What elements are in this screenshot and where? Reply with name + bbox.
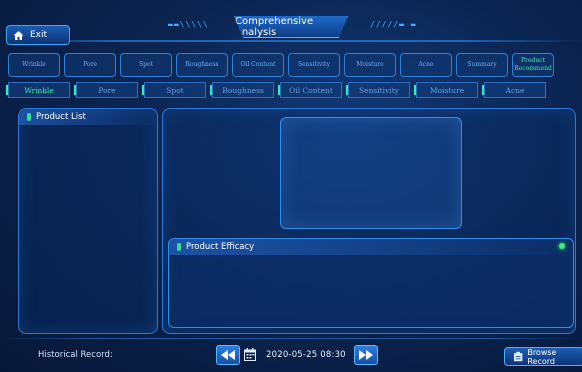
tab-label: Moisture xyxy=(356,61,384,68)
recommend-tab-roughness[interactable]: Roughness xyxy=(210,82,274,98)
product-efficacy-header: Product Efficacy xyxy=(169,239,573,255)
tab-label: Pore xyxy=(83,61,97,68)
tab-product-recommend[interactable]: Product Recommend xyxy=(512,53,554,77)
browse-record-button[interactable]: Browse Record xyxy=(504,347,582,366)
tab-label: Summary xyxy=(467,61,497,68)
tab-label: Oil Content xyxy=(240,61,276,68)
tab-summary[interactable]: Summary xyxy=(456,53,508,77)
header-decoration-left: ▬▬\\\\\ xyxy=(168,20,209,29)
browse-record-label: Browse Record xyxy=(527,347,557,366)
recommend-tabs: Wrinkle Pore Spot Roughness Oil Content … xyxy=(6,82,546,98)
product-list-title: Product List xyxy=(36,112,86,122)
historical-record-label: Historical Record: xyxy=(38,350,113,360)
tab-label: Pore xyxy=(98,85,116,95)
tab-label: Acne xyxy=(505,85,525,95)
footer-divider xyxy=(0,338,582,339)
recommend-tab-moisture[interactable]: Moisture xyxy=(414,82,478,98)
product-list-header: Product List xyxy=(19,109,157,125)
tab-acne[interactable]: Acne xyxy=(400,53,452,77)
tab-spot[interactable]: Spot xyxy=(120,53,172,77)
status-indicator xyxy=(559,243,565,249)
calendar-icon[interactable] xyxy=(244,348,256,361)
product-list-panel: Product List xyxy=(18,108,158,334)
recommend-tab-wrinkle[interactable]: Wrinkle xyxy=(6,82,70,98)
page-title: Comprehensive Analysis xyxy=(235,15,314,38)
tab-label: Roughness xyxy=(185,61,219,68)
previous-record-button[interactable] xyxy=(216,345,240,365)
header-divider xyxy=(0,40,582,42)
tab-label: Product Recommend xyxy=(514,57,552,72)
tab-label: Sensitivity xyxy=(298,61,330,68)
leaf-icon xyxy=(177,243,181,251)
record-date: 2020-05-25 08:30 xyxy=(266,350,346,360)
home-icon xyxy=(13,30,24,41)
tab-label: Spot xyxy=(166,85,184,95)
tab-moisture[interactable]: Moisture xyxy=(344,53,396,77)
tab-label: Wrinkle xyxy=(24,85,54,95)
tab-roughness[interactable]: Roughness xyxy=(176,53,228,77)
tab-label: Spot xyxy=(139,61,153,68)
tab-oil-content[interactable]: Oil Content xyxy=(232,53,284,77)
tab-label: Wrinkle xyxy=(22,61,46,68)
tab-label: Roughness xyxy=(222,85,264,95)
leaf-icon xyxy=(27,113,31,121)
analysis-tabs: Wrinkle Pore Spot Roughness Oil Content … xyxy=(8,53,554,77)
recommend-tab-sensitivity[interactable]: Sensitivity xyxy=(346,82,410,98)
recommend-tab-acne[interactable]: Acne xyxy=(482,82,546,98)
prev-arrow-icon xyxy=(221,350,235,360)
exit-label: Exit xyxy=(30,30,48,40)
recommend-tab-pore[interactable]: Pore xyxy=(74,82,138,98)
tab-label: Oil Content xyxy=(289,85,333,95)
next-arrow-icon xyxy=(359,350,373,360)
tab-sensitivity[interactable]: Sensitivity xyxy=(288,53,340,77)
product-efficacy-title: Product Efficacy xyxy=(186,242,255,252)
header-decoration-right: /////▬ ▬ xyxy=(370,20,417,29)
clipboard-icon xyxy=(513,351,523,362)
tab-pore[interactable]: Pore xyxy=(64,53,116,77)
product-efficacy-panel: Product Efficacy xyxy=(168,238,574,328)
tab-label: Moisture xyxy=(429,85,465,95)
next-record-button[interactable] xyxy=(354,345,378,365)
exit-button[interactable]: Exit xyxy=(6,25,70,45)
tab-wrinkle[interactable]: Wrinkle xyxy=(8,53,60,77)
recommend-tab-oil-content[interactable]: Oil Content xyxy=(278,82,342,98)
tab-label: Sensitivity xyxy=(359,85,399,95)
page-title-box: Comprehensive Analysis xyxy=(234,16,348,38)
product-image-frame xyxy=(280,117,462,229)
tab-label: Acne xyxy=(418,61,434,68)
recommend-tab-spot[interactable]: Spot xyxy=(142,82,206,98)
